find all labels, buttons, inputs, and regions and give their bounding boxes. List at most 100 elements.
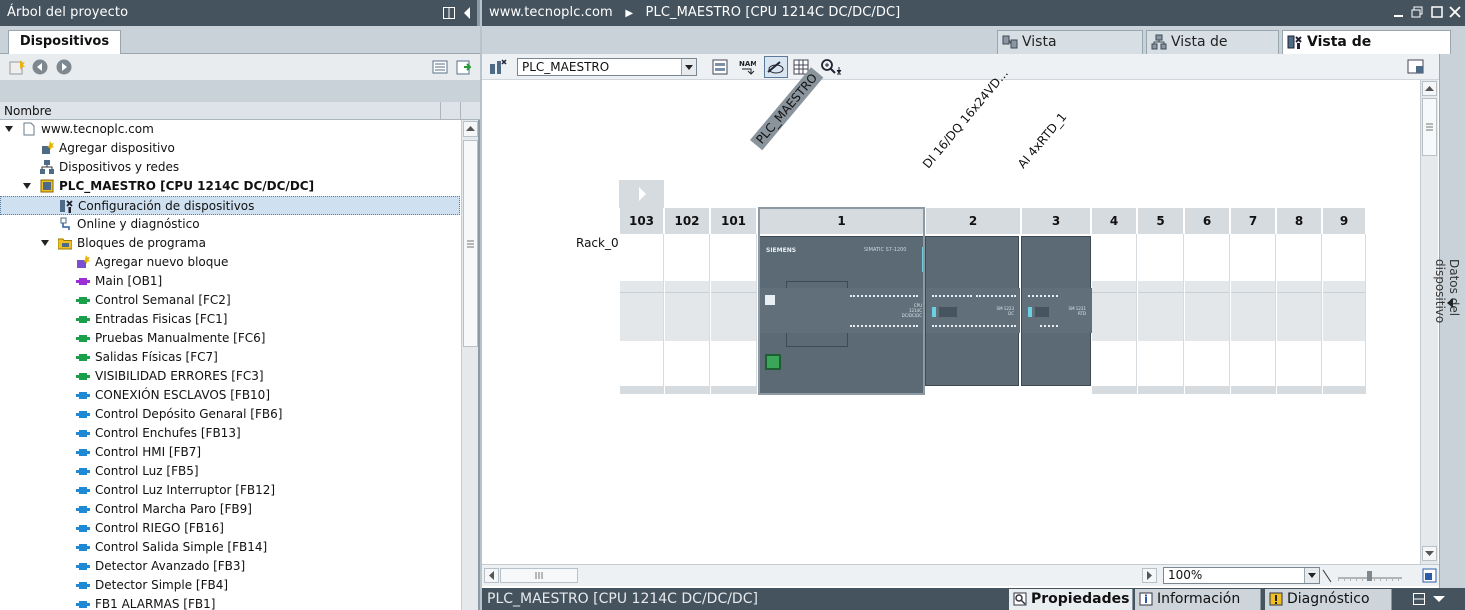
- empty-slot[interactable]: [620, 234, 664, 394]
- tree-item[interactable]: Control Marcha Paro [FB9]: [0, 500, 460, 519]
- scroll-thumb[interactable]: [463, 140, 478, 347]
- tree-item[interactable]: Detector Avanzado [FB3]: [0, 557, 460, 576]
- list-view-icon[interactable]: [432, 59, 448, 75]
- tree-item[interactable]: Control HMI [FB7]: [0, 443, 460, 462]
- empty-slot[interactable]: [665, 234, 710, 394]
- panel-layout-icon[interactable]: [443, 7, 455, 19]
- breadcrumb-root[interactable]: www.tecnoplc.com: [489, 5, 613, 20]
- assign-address-icon[interactable]: [711, 58, 729, 76]
- tree-item[interactable]: FB1 ALARMAS [FB1]: [0, 595, 460, 610]
- zoom-fit-icon[interactable]: [1322, 569, 1332, 583]
- device-data-sidebar[interactable]: Datos del dispositivo: [1433, 54, 1465, 588]
- tree-item[interactable]: Dispositivos y redes: [0, 158, 460, 177]
- tab-topology-view[interactable]: Vista topológica: [997, 30, 1143, 72]
- hscroll-left[interactable]: [484, 568, 499, 583]
- zoom-icon[interactable]: [820, 58, 844, 76]
- tree-item[interactable]: Control RIEGO [FB16]: [0, 519, 460, 538]
- device-data-toggle-icon[interactable]: [1407, 58, 1425, 76]
- canvas-scroll-down[interactable]: [1422, 546, 1437, 561]
- scroll-up-arrow[interactable]: [463, 121, 478, 137]
- zoom-select[interactable]: 100%: [1163, 567, 1320, 584]
- tab-information[interactable]: Información: [1135, 589, 1261, 610]
- device-toolbar-icon[interactable]: [489, 58, 507, 76]
- tree-item[interactable]: CONEXIÓN ESCLAVOS [FB10]: [0, 386, 460, 405]
- tree-column-header[interactable]: Nombre: [0, 102, 480, 120]
- canvas-scroll-up[interactable]: [1422, 81, 1437, 96]
- slot-header[interactable]: 5: [1138, 208, 1184, 234]
- tab-diagnostic[interactable]: Diagnóstico: [1265, 589, 1392, 610]
- breadcrumb-current[interactable]: PLC_MAESTRO [CPU 1214C DC/DC/DC]: [646, 5, 901, 20]
- tab-properties[interactable]: Propiedades: [1009, 589, 1133, 610]
- empty-slot[interactable]: [1185, 234, 1230, 394]
- tree-item[interactable]: Control Semanal [FC2]: [0, 291, 460, 310]
- slot-header[interactable]: 9: [1323, 208, 1366, 234]
- sm1231-module[interactable]: SM 1231 RTD: [1021, 236, 1092, 386]
- empty-slot[interactable]: [1323, 234, 1366, 394]
- collapse-left-icon[interactable]: [463, 7, 471, 19]
- tree-item[interactable]: Control Luz [FB5]: [0, 462, 460, 481]
- expand-toggle-icon[interactable]: [23, 182, 37, 196]
- tree-item[interactable]: Agregar nuevo bloque: [0, 253, 460, 272]
- expand-toggle-icon[interactable]: [5, 125, 19, 139]
- expand-toggle-icon[interactable]: [41, 239, 55, 253]
- tree-item[interactable]: Main [OB1]: [0, 272, 460, 291]
- export-icon[interactable]: [456, 59, 472, 75]
- slot-header[interactable]: 3: [1022, 208, 1091, 234]
- tree-item[interactable]: PLC_MAESTRO [CPU 1214C DC/DC/DC]: [0, 177, 460, 196]
- tree-item[interactable]: Configuración de dispositivos: [0, 196, 460, 215]
- sm1223-module[interactable]: SM 1223 DC: [925, 236, 1020, 386]
- tab-network-view[interactable]: Vista de redes: [1146, 30, 1279, 72]
- forward-icon[interactable]: [56, 59, 72, 75]
- tree-item[interactable]: www.tecnoplc.com: [0, 120, 460, 139]
- close-icon[interactable]: [1449, 6, 1461, 18]
- slot-header[interactable]: 101: [711, 208, 757, 234]
- minimize-icon[interactable]: [1393, 6, 1405, 18]
- tab-dispositivos[interactable]: Dispositivos: [8, 30, 121, 55]
- overview-icon[interactable]: [1422, 568, 1438, 584]
- empty-slot[interactable]: [1277, 234, 1322, 394]
- tree-scrollbar[interactable]: [461, 120, 478, 610]
- zoom-chevron-icon[interactable]: [1304, 568, 1319, 583]
- slot-header[interactable]: 8: [1277, 208, 1322, 234]
- tree-item[interactable]: Control Depósito Genaral [FB6]: [0, 405, 460, 424]
- inspector-layout-icon[interactable]: [1413, 593, 1425, 605]
- hscroll-right[interactable]: [1142, 568, 1157, 583]
- tree-item[interactable]: Agregar dispositivo: [0, 139, 460, 158]
- tab-device-view[interactable]: Vista de dispositivos: [1282, 30, 1451, 72]
- tree-item[interactable]: Salidas Físicas [FC7]: [0, 348, 460, 367]
- new-item-icon[interactable]: [9, 59, 25, 75]
- tree-item[interactable]: Online y diagnóstico: [0, 215, 460, 234]
- empty-slot[interactable]: [1231, 234, 1276, 394]
- tree-item[interactable]: Control Luz Interruptor [FB12]: [0, 481, 460, 500]
- tree-item[interactable]: Pruebas Manualmente [FC6]: [0, 329, 460, 348]
- restore-icon[interactable]: [1411, 6, 1423, 18]
- zoom-slider[interactable]: [1338, 570, 1402, 582]
- float-window-icon[interactable]: [1431, 6, 1443, 18]
- side-tab-label[interactable]: Datos del dispositivo: [1433, 259, 1461, 379]
- show-module-labels-icon[interactable]: [764, 56, 788, 78]
- slot-header[interactable]: 6: [1185, 208, 1230, 234]
- tree-item[interactable]: VISIBILIDAD ERRORES [FC3]: [0, 367, 460, 386]
- slot-header[interactable]: 7: [1231, 208, 1276, 234]
- inspector-collapse-icon[interactable]: [1433, 593, 1445, 605]
- tree-item[interactable]: Control Enchufes [FB13]: [0, 424, 460, 443]
- slot-header[interactable]: 4: [1092, 208, 1137, 234]
- tree-item[interactable]: Entradas Fisicas [FC1]: [0, 310, 460, 329]
- expand-slots-button[interactable]: [619, 180, 664, 208]
- slot-header[interactable]: 103: [620, 208, 664, 234]
- empty-slot[interactable]: [711, 234, 757, 394]
- empty-slot[interactable]: [1138, 234, 1184, 394]
- slot-header[interactable]: 2: [926, 208, 1021, 234]
- tree-item[interactable]: Control Salida Simple [FB14]: [0, 538, 460, 557]
- tree-item[interactable]: Bloques de programa: [0, 234, 460, 253]
- expand-side-icon[interactable]: [1446, 298, 1454, 308]
- device-select[interactable]: PLC_MAESTRO: [517, 58, 697, 76]
- canvas-scroll-thumb[interactable]: [1422, 98, 1437, 156]
- tree-item[interactable]: Detector Simple [FB4]: [0, 576, 460, 595]
- hscroll-thumb[interactable]: [500, 568, 578, 583]
- slot-header[interactable]: 102: [665, 208, 710, 234]
- chevron-down-icon[interactable]: [681, 59, 696, 75]
- empty-slot[interactable]: [1092, 234, 1137, 394]
- back-icon[interactable]: [32, 59, 48, 75]
- show-name-icon[interactable]: NAME: [738, 58, 756, 76]
